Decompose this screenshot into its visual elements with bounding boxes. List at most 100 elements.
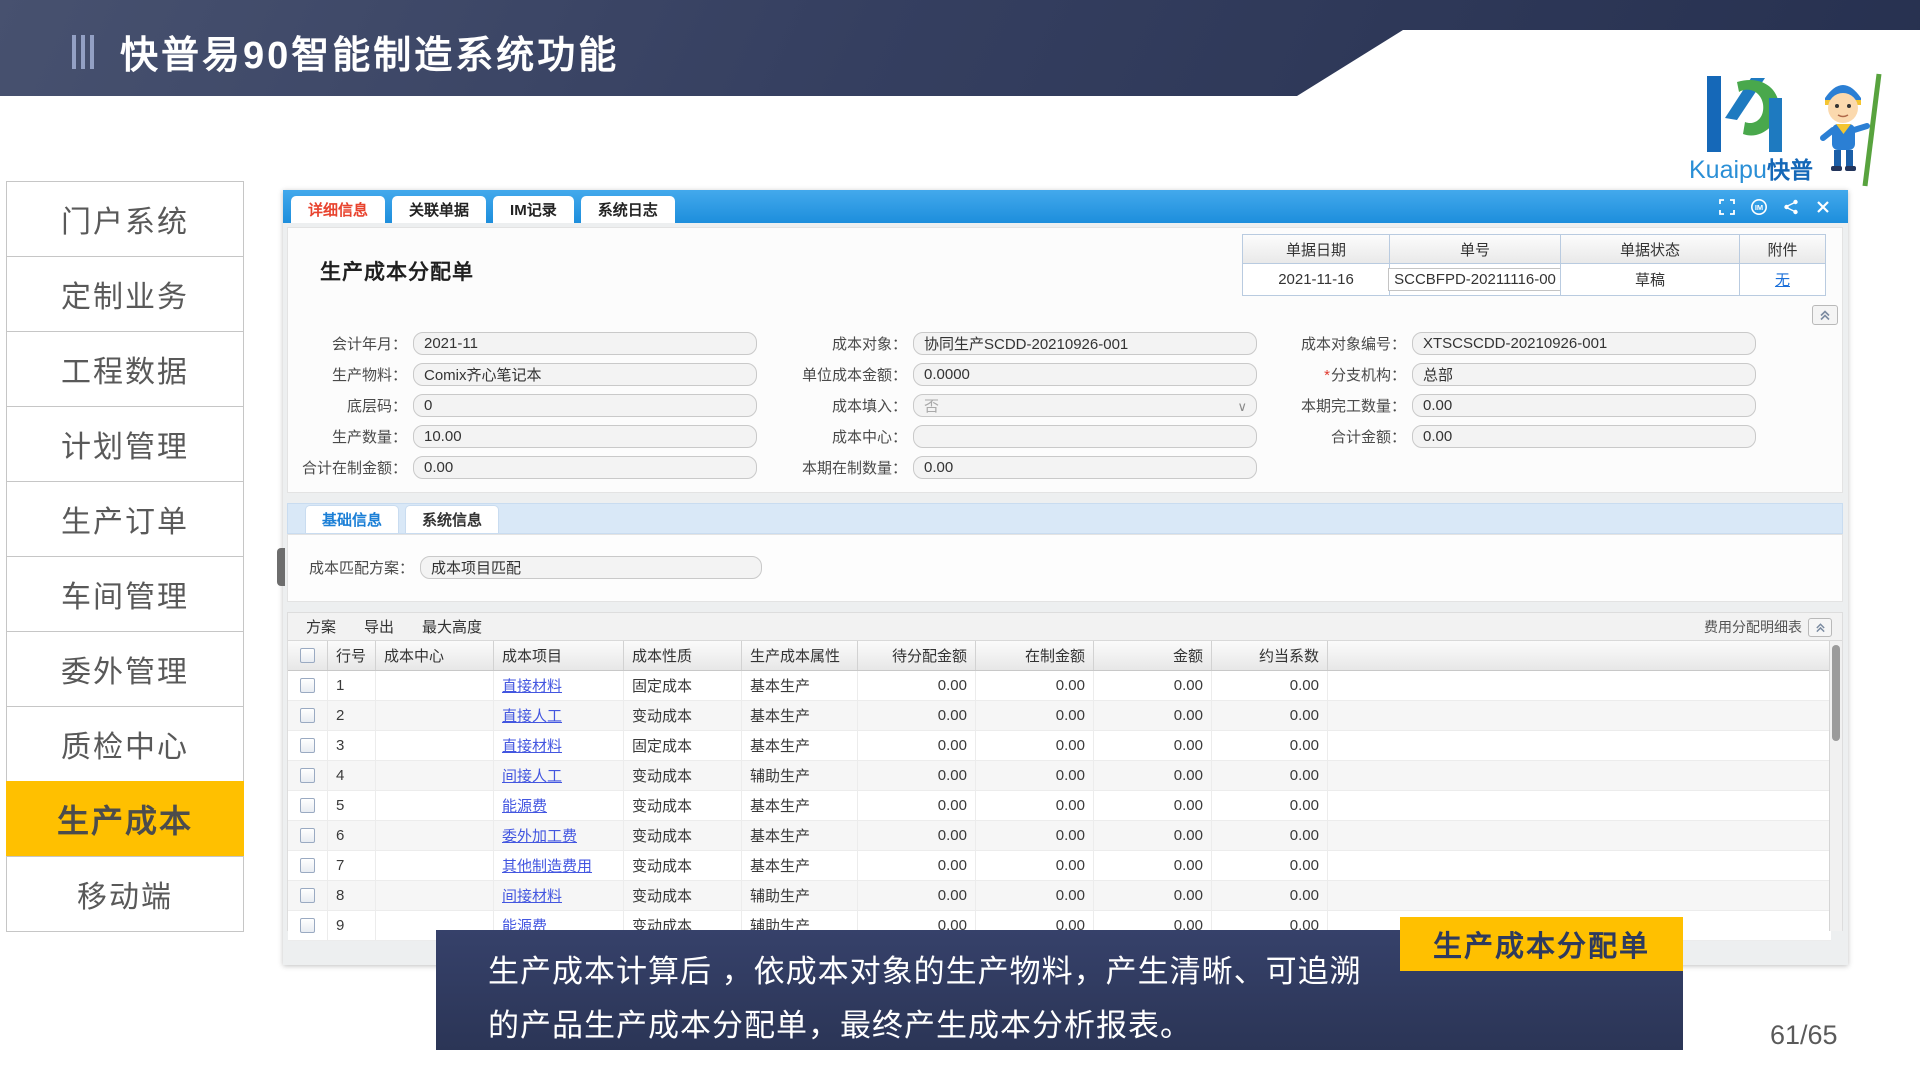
expand-icon[interactable] — [1718, 198, 1736, 216]
scrollbar-thumb[interactable] — [1832, 645, 1840, 741]
row-checkbox[interactable] — [300, 828, 315, 843]
form-field-input[interactable]: 0.00 — [1412, 394, 1756, 417]
sidebar-item[interactable]: 工程数据 — [6, 331, 244, 407]
grid-cell-center — [376, 821, 494, 850]
grid-cell-pending: 0.00 — [858, 671, 976, 700]
grid-toolbar-button[interactable]: 最大高度 — [422, 616, 482, 637]
form-field-input[interactable]: XTSCSCDD-20210926-001 — [1412, 332, 1756, 355]
subtab[interactable]: 基础信息 — [305, 505, 399, 533]
left-panel-handle[interactable] — [277, 548, 285, 586]
sidebar-item[interactable]: 生产订单 — [6, 481, 244, 557]
form-field-input[interactable]: 总部 — [1412, 363, 1756, 386]
grid-toolbar-items: 方案 导出 最大高度 — [306, 616, 510, 637]
cost-item-link[interactable]: 其他制造费用 — [502, 855, 592, 876]
grid-cell-wip: 0.00 — [976, 791, 1094, 820]
row-checkbox[interactable] — [300, 678, 315, 693]
im-icon[interactable]: IM — [1750, 198, 1768, 216]
grid-collapse-button[interactable] — [1808, 618, 1832, 637]
form-field: 生产数量：10.00 — [287, 425, 757, 448]
sidebar-item[interactable]: 委外管理 — [6, 631, 244, 707]
cost-item-link[interactable]: 直接材料 — [502, 675, 562, 696]
row-checkbox[interactable] — [300, 888, 315, 903]
grid-cell-filler — [1328, 731, 1831, 760]
form-field-input[interactable]: Comix齐心笔记本 — [413, 363, 757, 386]
grid-cell-attr: 辅助生产 — [742, 881, 858, 910]
grid-cell-nature: 变动成本 — [624, 821, 742, 850]
grid-cell-coef: 0.00 — [1212, 791, 1328, 820]
grid-cell-item: 间接人工 — [494, 761, 624, 790]
form-field-input[interactable]: 0.0000 — [913, 363, 1257, 386]
grid-cell-filler — [1328, 701, 1831, 730]
grid-cell-amount: 0.00 — [1094, 881, 1212, 910]
grid-cell-no: 3 — [328, 731, 376, 760]
attachment-link[interactable]: 无 — [1775, 269, 1790, 290]
window-tab[interactable]: IM记录 — [493, 196, 574, 223]
row-checkbox[interactable] — [300, 708, 315, 723]
cost-item-link[interactable]: 间接人工 — [502, 765, 562, 786]
form-field-label: *分支机构： — [1286, 364, 1412, 385]
cost-item-link[interactable]: 能源费 — [502, 795, 547, 816]
sidebar-item[interactable]: 门户系统 — [6, 181, 244, 257]
grid-cell-pending: 0.00 — [858, 821, 976, 850]
form-field-input[interactable]: 0.00 — [913, 456, 1257, 479]
form-column-3: 成本对象编号：XTSCSCDD-20210926-001*分支机构：总部本期完工… — [1286, 332, 1756, 456]
grid-cell-item: 直接人工 — [494, 701, 624, 730]
form-field-input[interactable]: 否∨ — [913, 394, 1257, 417]
grid-cell-pending: 0.00 — [858, 731, 976, 760]
row-checkbox[interactable] — [300, 798, 315, 813]
cost-item-link[interactable]: 直接材料 — [502, 735, 562, 756]
grid-toolbar-button[interactable]: 导出 — [364, 616, 394, 637]
cost-item-link[interactable]: 委外加工费 — [502, 825, 577, 846]
caption-line-2: 的产品生产成本分配单，最终产生成本分析报表。 — [488, 1000, 1192, 1045]
close-icon[interactable] — [1814, 198, 1832, 216]
grid-header-checkbox-cell — [288, 641, 328, 670]
subtab-bar: 基础信息系统信息 — [287, 503, 1843, 534]
row-checkbox[interactable] — [300, 768, 315, 783]
form-field: 生产物料：Comix齐心笔记本 — [287, 363, 757, 386]
form-field-input[interactable]: 协同生产SCDD-20210926-001 — [913, 332, 1257, 355]
table-row: 6委外加工费变动成本基本生产0.000.000.000.00 — [288, 821, 1831, 851]
sidebar-item[interactable]: 移动端 — [6, 856, 244, 932]
grid-toolbar-button[interactable]: 方案 — [306, 616, 336, 637]
chevron-down-icon[interactable]: ∨ — [1237, 399, 1247, 415]
window-tab[interactable]: 关联单据 — [392, 196, 486, 223]
form-field-input[interactable]: 0.00 — [1412, 425, 1756, 448]
grid-vertical-scrollbar[interactable] — [1829, 641, 1842, 931]
window-tab[interactable]: 系统日志 — [581, 196, 675, 223]
sidebar-item-active[interactable]: 生产成本 — [6, 781, 244, 857]
cost-item-link[interactable]: 直接人工 — [502, 705, 562, 726]
grid-cell-coef: 0.00 — [1212, 821, 1328, 850]
form-field-input[interactable]: 0 — [413, 394, 757, 417]
grid-cell-filler — [1328, 821, 1831, 850]
header-table-column: 单号 — [1389, 234, 1561, 264]
form-field-label: 成本填入： — [787, 395, 913, 416]
kp-monogram — [1707, 76, 1782, 152]
form-field-label: 成本对象编号： — [1286, 333, 1412, 354]
cost-item-link[interactable]: 间接材料 — [502, 885, 562, 906]
grid-cell-filler — [1328, 851, 1831, 880]
sidebar-item[interactable]: 车间管理 — [6, 556, 244, 632]
grid-cell-pending: 0.00 — [858, 701, 976, 730]
form-field-label: 会计年月： — [287, 333, 413, 354]
row-checkbox[interactable] — [300, 858, 315, 873]
sidebar-item[interactable]: 质检中心 — [6, 706, 244, 782]
select-all-checkbox[interactable] — [300, 648, 315, 663]
grid-cell-item: 能源费 — [494, 791, 624, 820]
sidebar-item[interactable]: 定制业务 — [6, 256, 244, 332]
form-field-input[interactable]: 10.00 — [413, 425, 757, 448]
share-icon[interactable] — [1782, 198, 1800, 216]
row-checkbox[interactable] — [300, 918, 315, 933]
form-field: 成本对象编号：XTSCSCDD-20210926-001 — [1286, 332, 1756, 355]
form-collapse-button[interactable] — [1812, 305, 1838, 325]
form-field: 成本中心： — [787, 425, 1257, 448]
match-plan-input[interactable]: 成本项目匹配 — [420, 556, 762, 579]
row-checkbox[interactable] — [300, 738, 315, 753]
form-field-input[interactable]: 2021-11 — [413, 332, 757, 355]
subtab[interactable]: 系统信息 — [405, 505, 499, 533]
sidebar-item[interactable]: 计划管理 — [6, 406, 244, 482]
form-field-input[interactable]: 0.00 — [413, 456, 757, 479]
grid-cell-center — [376, 701, 494, 730]
form-field-input[interactable] — [913, 425, 1257, 448]
window-tab[interactable]: 详细信息 — [291, 196, 385, 223]
grid-header-cell: 在制金额 — [976, 641, 1094, 670]
